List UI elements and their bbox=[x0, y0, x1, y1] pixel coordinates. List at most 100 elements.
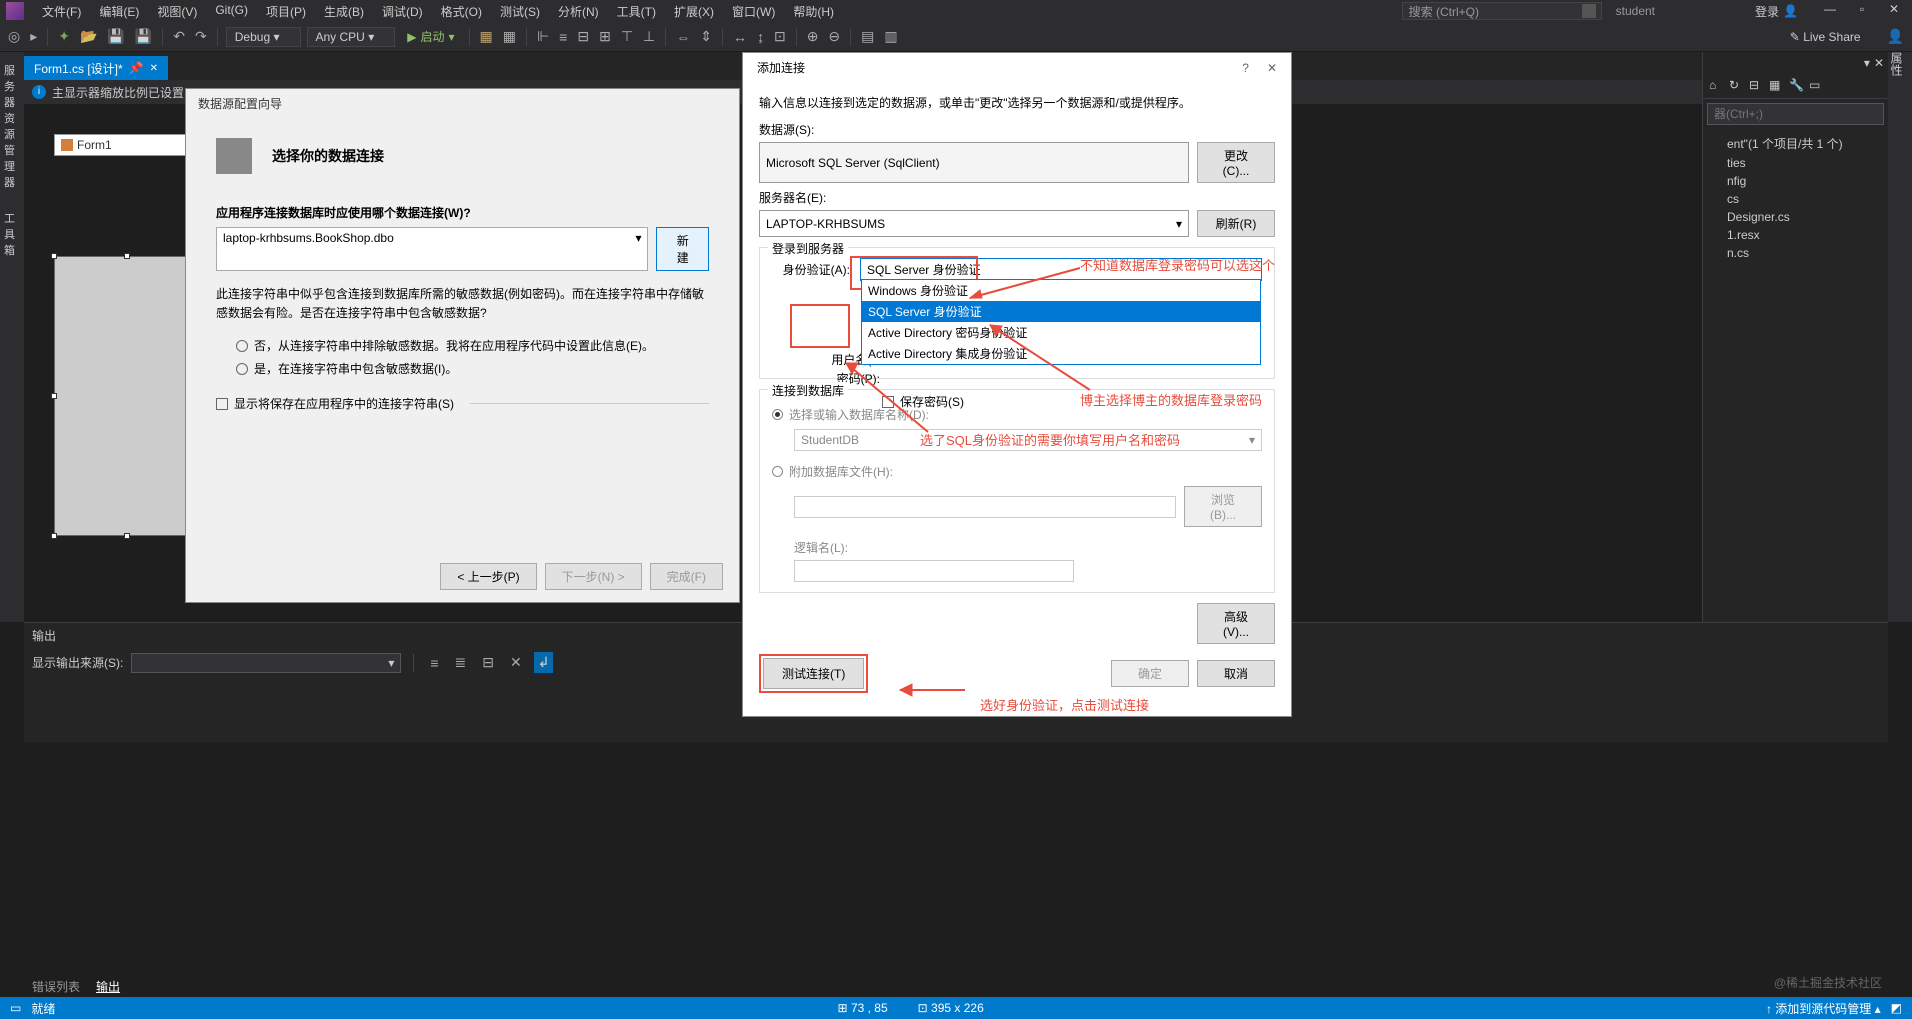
config-dropdown[interactable]: Debug ▾ bbox=[226, 27, 301, 47]
menu-debug[interactable]: 调试(D) bbox=[374, 1, 431, 22]
collapse-icon[interactable]: ⊟ bbox=[1749, 78, 1765, 94]
tree-node[interactable]: ties bbox=[1707, 154, 1884, 172]
output-source-combo[interactable]: ▾ bbox=[131, 653, 401, 673]
nav-back-icon[interactable]: ◎ bbox=[4, 26, 24, 47]
preview-icon[interactable]: ▭ bbox=[1809, 78, 1825, 94]
prev-button[interactable]: < 上一步(P) bbox=[440, 563, 536, 590]
maximize-icon[interactable]: ▫ bbox=[1850, 2, 1874, 20]
minimize-icon[interactable]: — bbox=[1818, 2, 1842, 20]
menu-test[interactable]: 测试(S) bbox=[492, 1, 548, 22]
home-icon[interactable]: ⌂ bbox=[1709, 78, 1725, 94]
save-icon[interactable]: 💾 bbox=[103, 26, 128, 47]
start-button[interactable]: ▶ 启动 ▾ bbox=[399, 26, 462, 47]
server-combo[interactable]: LAPTOP-KRHBSUMS▾ bbox=[759, 210, 1189, 237]
close-icon[interactable]: ✕ bbox=[1874, 56, 1884, 70]
output-icon-4[interactable]: ✕ bbox=[506, 652, 526, 673]
live-share-button[interactable]: ✎ Live Share bbox=[1790, 30, 1861, 44]
login-link[interactable]: 登录 bbox=[1755, 3, 1779, 20]
saveall-icon[interactable]: 💾 bbox=[131, 26, 156, 47]
refresh-button[interactable]: 刷新(R) bbox=[1197, 210, 1275, 237]
output-icon-2[interactable]: ≣ bbox=[451, 652, 471, 673]
notif-icon[interactable]: ◩ bbox=[1891, 1001, 1902, 1015]
next-button[interactable]: 下一步(N) > bbox=[545, 563, 642, 590]
menu-git[interactable]: Git(G) bbox=[207, 1, 256, 22]
tree-node[interactable]: 1.resx bbox=[1707, 226, 1884, 244]
tb-icon-2[interactable]: ▦ bbox=[499, 26, 520, 47]
ok-button[interactable]: 确定 bbox=[1111, 660, 1189, 687]
menu-ext[interactable]: 扩展(X) bbox=[666, 1, 722, 22]
error-list-tab[interactable]: 错误列表 bbox=[32, 978, 80, 995]
menu-help[interactable]: 帮助(H) bbox=[785, 1, 842, 22]
refresh-icon[interactable]: ↻ bbox=[1729, 78, 1745, 94]
tree-node[interactable]: nfig bbox=[1707, 172, 1884, 190]
tab-close-icon[interactable]: ✕ bbox=[150, 63, 158, 74]
redo-icon[interactable]: ↷ bbox=[191, 26, 211, 47]
cancel-button[interactable]: 取消 bbox=[1197, 660, 1275, 687]
space-icon-1[interactable]: ⇔ bbox=[672, 27, 694, 47]
help-icon[interactable]: ? bbox=[1242, 61, 1249, 75]
feedback-icon[interactable]: 👤 bbox=[1883, 26, 1908, 47]
open-icon[interactable]: 📂 bbox=[76, 26, 101, 47]
align-icon-3[interactable]: ⊟ bbox=[573, 26, 593, 47]
size-icon-2[interactable]: ↨ bbox=[753, 27, 768, 47]
form-window[interactable]: Form1 bbox=[54, 134, 200, 524]
chevron-down-icon[interactable]: ▾ bbox=[1864, 56, 1870, 70]
close-icon[interactable]: ✕ bbox=[1882, 2, 1906, 20]
order-icon-2[interactable]: ▥ bbox=[880, 26, 901, 47]
close-icon[interactable]: ✕ bbox=[1267, 61, 1277, 75]
finish-button[interactable]: 完成(F) bbox=[650, 563, 723, 590]
output-icon-1[interactable]: ≡ bbox=[426, 653, 442, 673]
tree-node[interactable]: n.cs bbox=[1707, 244, 1884, 262]
center-icon-1[interactable]: ⊕ bbox=[803, 26, 823, 47]
menu-format[interactable]: 格式(O) bbox=[433, 1, 490, 22]
show-connstr-checkbox[interactable]: 显示将保存在应用程序中的连接字符串(S) bbox=[216, 395, 709, 412]
pin-icon[interactable]: 📌 bbox=[129, 61, 144, 75]
menu-build[interactable]: 生成(B) bbox=[316, 1, 372, 22]
search-input[interactable]: 搜索 (Ctrl+Q) bbox=[1402, 2, 1602, 20]
toolbox-tab[interactable]: 工具箱 bbox=[0, 200, 24, 268]
tree-node[interactable]: Designer.cs bbox=[1707, 208, 1884, 226]
platform-dropdown[interactable]: Any CPU ▾ bbox=[307, 27, 396, 47]
solution-search-input[interactable] bbox=[1707, 103, 1884, 125]
output-icon-3[interactable]: ⊟ bbox=[478, 652, 498, 673]
menu-window[interactable]: 窗口(W) bbox=[724, 1, 783, 22]
radio-yes[interactable]: 是，在连接字符串中包含敏感数据(I)。 bbox=[236, 360, 709, 377]
radio-no[interactable]: 否，从连接字符串中排除敏感数据。我将在应用程序代码中设置此信息(E)。 bbox=[236, 337, 709, 354]
menu-view[interactable]: 视图(V) bbox=[149, 1, 205, 22]
tree-node[interactable]: ent"(1 个项目/共 1 个) bbox=[1707, 133, 1884, 154]
show-all-icon[interactable]: ▦ bbox=[1769, 78, 1785, 94]
connection-combo[interactable]: laptop-krhbsums.BookShop.dbo▾ bbox=[216, 227, 648, 271]
new-connection-button[interactable]: 新建 bbox=[656, 227, 709, 271]
tb-icon-1[interactable]: ▦ bbox=[476, 26, 497, 47]
align-icon-4[interactable]: ⊞ bbox=[595, 26, 615, 47]
source-control-button[interactable]: ↑ 添加到源代码管理 ▴ bbox=[1766, 1000, 1881, 1017]
search-icon[interactable] bbox=[1582, 4, 1596, 18]
size-icon-1[interactable]: ↔ bbox=[729, 27, 751, 47]
user-icon[interactable]: 👤 bbox=[1783, 4, 1798, 18]
align-icon-5[interactable]: ⊤ bbox=[617, 26, 637, 47]
menu-file[interactable]: 文件(F) bbox=[34, 1, 89, 22]
order-icon-1[interactable]: ▤ bbox=[857, 26, 878, 47]
undo-icon[interactable]: ↶ bbox=[169, 26, 189, 47]
output-wrap-icon[interactable]: ↲ bbox=[534, 652, 554, 673]
menu-project[interactable]: 项目(P) bbox=[258, 1, 314, 22]
nav-fwd-icon[interactable]: ▸ bbox=[26, 26, 41, 47]
attach-file-input[interactable] bbox=[794, 496, 1176, 518]
form-body[interactable] bbox=[54, 256, 200, 536]
size-icon-3[interactable]: ⊡ bbox=[770, 26, 790, 47]
db-radio-attach[interactable]: 附加数据库文件(H): bbox=[772, 463, 1262, 480]
menu-edit[interactable]: 编辑(E) bbox=[91, 1, 147, 22]
change-button[interactable]: 更改(C)... bbox=[1197, 142, 1275, 183]
right-side-tab[interactable]: 属性 bbox=[1888, 52, 1912, 622]
center-icon-2[interactable]: ⊖ bbox=[824, 26, 844, 47]
align-icon-2[interactable]: ≡ bbox=[555, 27, 571, 47]
logic-name-input[interactable] bbox=[794, 560, 1074, 582]
test-connection-button[interactable]: 测试连接(T) bbox=[763, 658, 864, 689]
align-icon-1[interactable]: ⊩ bbox=[533, 26, 553, 47]
menu-tools[interactable]: 工具(T) bbox=[609, 1, 664, 22]
browse-button[interactable]: 浏览(B)... bbox=[1184, 486, 1262, 527]
space-icon-2[interactable]: ⇕ bbox=[696, 26, 716, 47]
new-icon[interactable]: ✦ bbox=[54, 26, 74, 47]
tree-node[interactable]: cs bbox=[1707, 190, 1884, 208]
output-tab[interactable]: 输出 bbox=[96, 978, 120, 995]
